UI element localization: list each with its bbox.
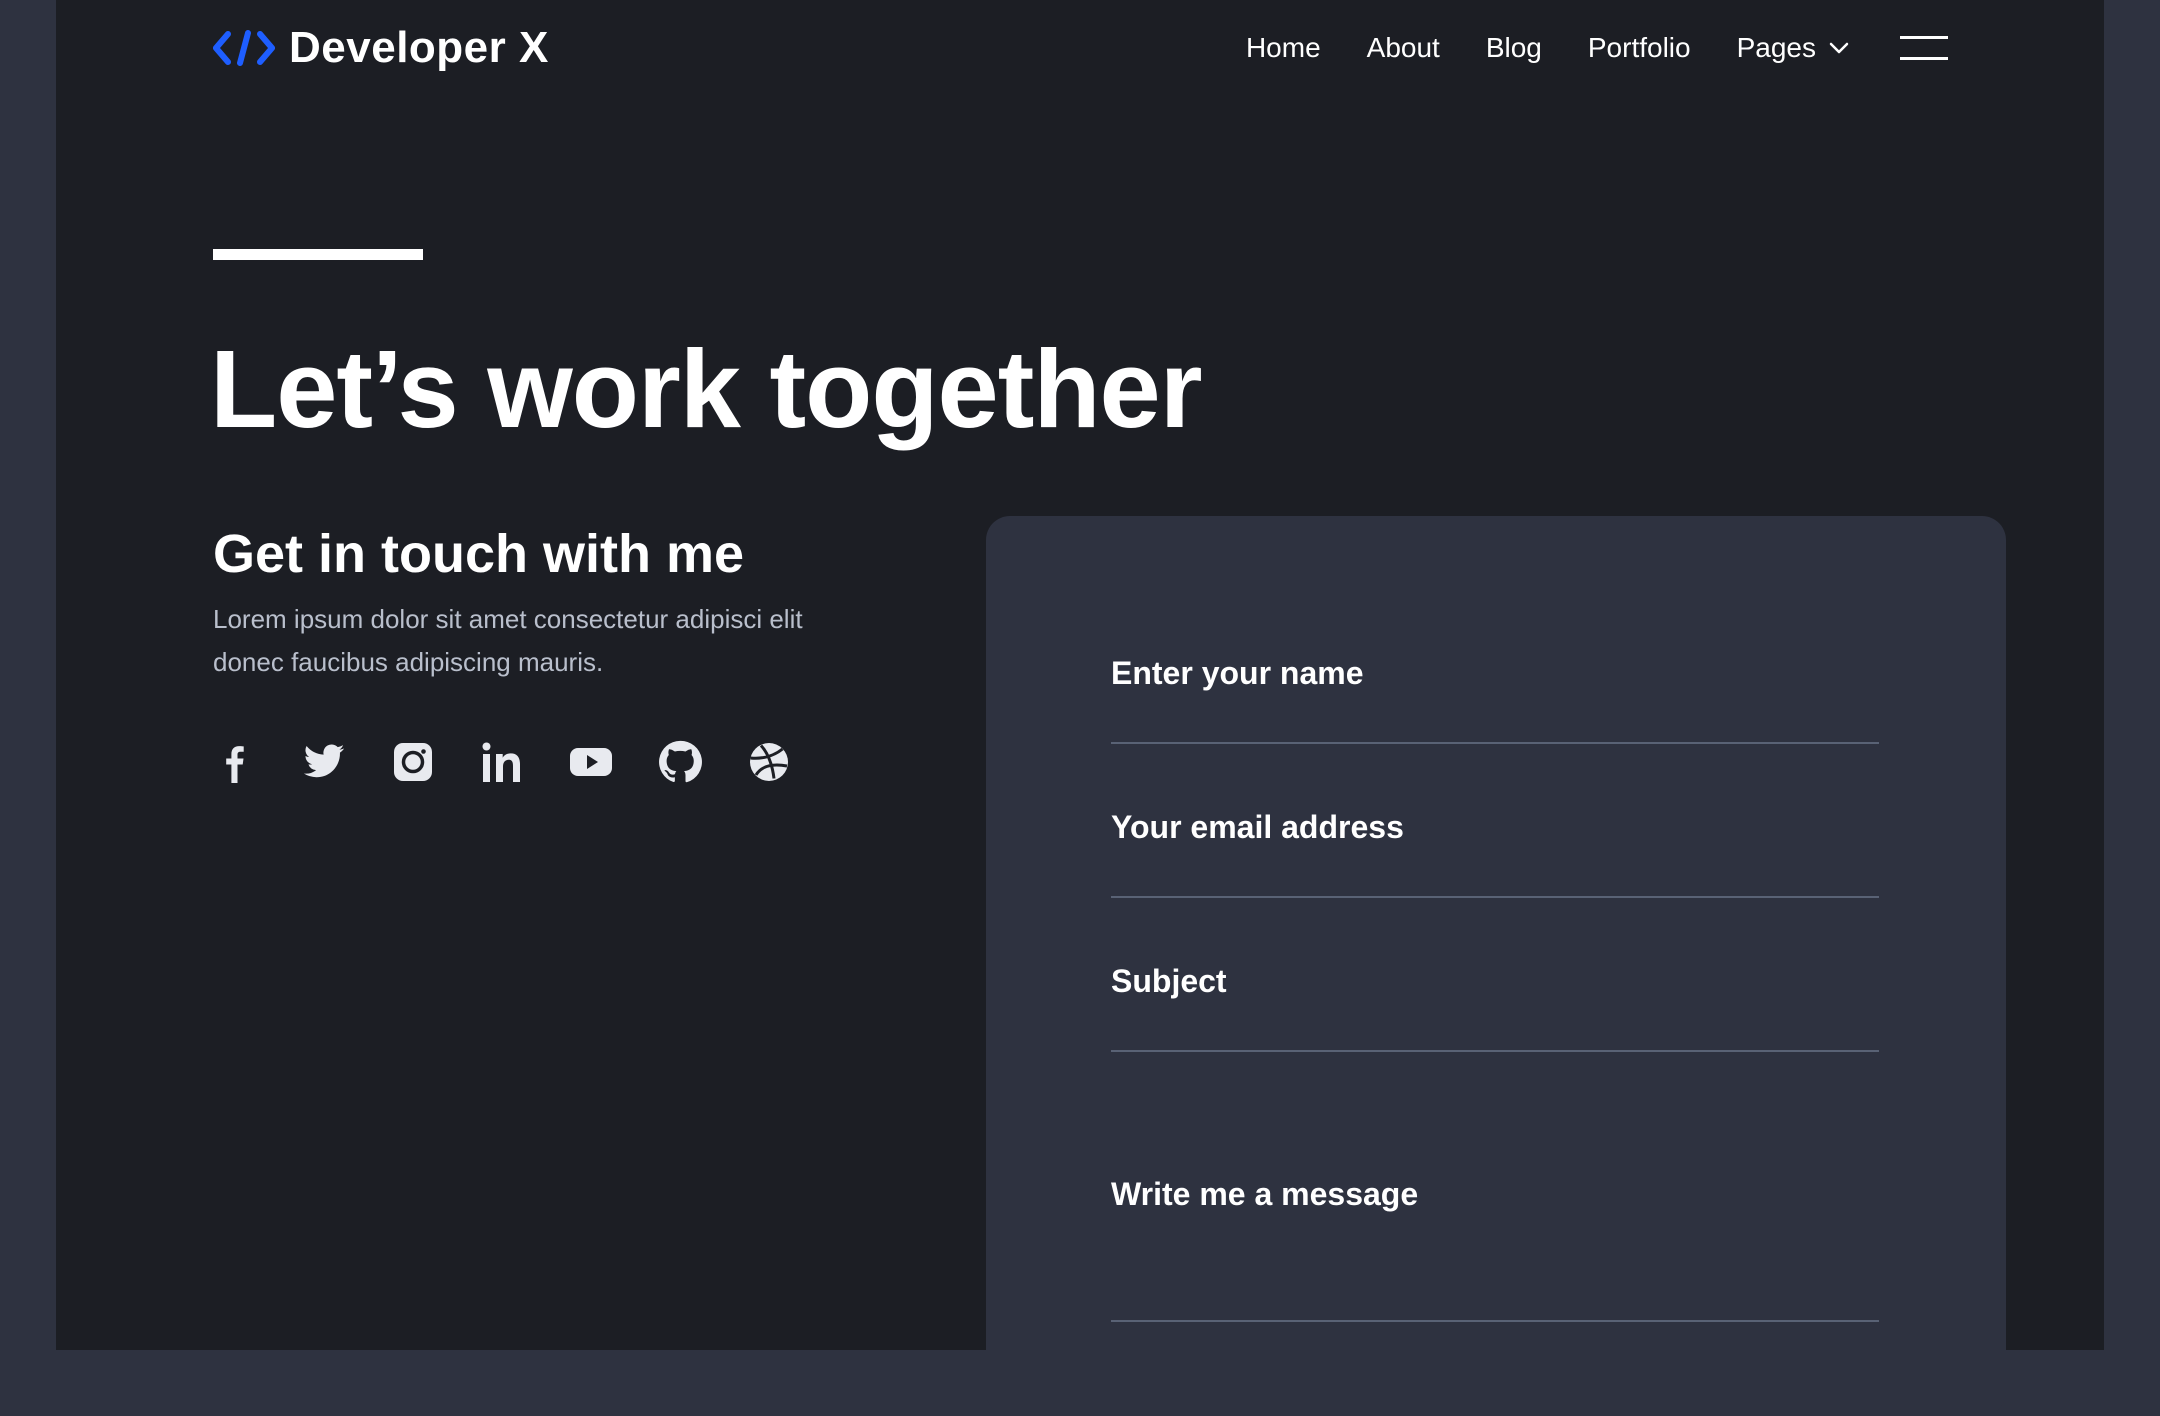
nav-pages[interactable]: Pages [1737, 32, 1850, 64]
twitter-link[interactable] [302, 740, 346, 784]
nav-blog[interactable]: Blog [1486, 32, 1542, 64]
title-accent-bar [213, 249, 423, 260]
site-header: Developer X Home About Blog Portfolio Pa… [213, 0, 1948, 96]
page: Developer X Home About Blog Portfolio Pa… [56, 0, 2104, 1416]
github-link[interactable] [658, 740, 702, 784]
twitter-icon [303, 744, 345, 778]
brand-name: Developer X [289, 23, 549, 72]
github-icon [659, 740, 702, 783]
dribbble-icon [750, 743, 788, 781]
content-container: Developer X Home About Blog Portfolio Pa… [210, 0, 2006, 1416]
linkedin-link[interactable] [480, 740, 524, 784]
code-brackets-icon [213, 30, 275, 66]
nav-about[interactable]: About [1367, 32, 1440, 64]
linkedin-icon [482, 742, 520, 782]
instagram-link[interactable] [391, 740, 435, 784]
nav-portfolio[interactable]: Portfolio [1588, 32, 1691, 64]
facebook-icon [226, 746, 244, 783]
social-links [213, 740, 836, 784]
message-field-wrapper [1111, 1146, 1879, 1322]
dribbble-link[interactable] [747, 740, 791, 784]
name-field-wrapper [1111, 634, 1879, 744]
email-field-wrapper [1111, 788, 1879, 898]
subject-input[interactable] [1111, 942, 1879, 1050]
main-nav: Home About Blog Portfolio Pages [1246, 32, 1948, 64]
facebook-link[interactable] [213, 740, 257, 784]
youtube-icon [570, 748, 612, 776]
instagram-icon [394, 743, 432, 781]
name-input[interactable] [1111, 634, 1879, 742]
subject-field-wrapper [1111, 942, 1879, 1052]
chevron-down-icon [1829, 42, 1849, 54]
contact-description: Lorem ipsum dolor sit amet consectetur a… [213, 604, 803, 677]
hamburger-menu-icon[interactable] [1900, 35, 1948, 61]
brand[interactable]: Developer X [213, 23, 549, 73]
email-input[interactable] [1111, 788, 1879, 896]
message-textarea[interactable] [1111, 1146, 1879, 1320]
page-title: Let’s work together [210, 328, 1203, 451]
youtube-link[interactable] [569, 740, 613, 784]
nav-pages-label: Pages [1736, 32, 1816, 63]
contact-form-card [986, 516, 2006, 1416]
contact-heading: Get in touch with me [213, 524, 745, 584]
nav-home[interactable]: Home [1246, 32, 1321, 64]
